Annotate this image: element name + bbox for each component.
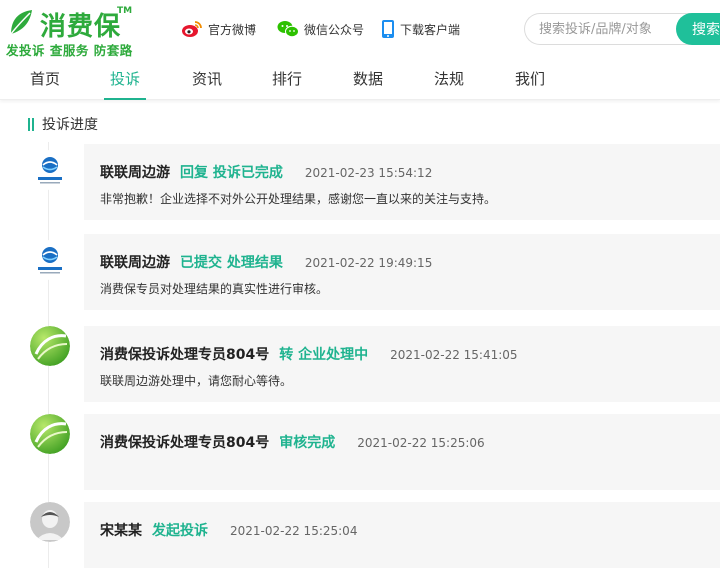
timeline-card: 宋某某 发起投诉 2021-02-22 15:25:04 <box>84 502 720 568</box>
message-text: 非常抱歉！企业选择不对外公开处理结果，感谢您一直以来的关注与支持。 <box>100 192 497 206</box>
xfb-logo-avatar <box>30 326 70 366</box>
search-input[interactable] <box>524 13 694 45</box>
nav-laws[interactable]: 法规 <box>432 60 466 100</box>
user-avatar-icon <box>30 502 70 542</box>
company-logo-avatar <box>30 240 70 280</box>
wechat-link-label: 微信公众号 <box>304 22 365 37</box>
timestamp: 2021-02-22 15:25:04 <box>230 524 358 538</box>
section-title-text: 投诉进度 <box>42 117 98 133</box>
section-bars-icon <box>28 117 36 131</box>
company-logo-avatar <box>30 150 70 190</box>
company-logo-icon <box>30 150 70 190</box>
actor-name: 联联周边游 <box>100 255 170 271</box>
site-logo[interactable]: 消费保 TM 发投诉 查服务 防套路 <box>4 4 134 58</box>
actor-name: 消费保投诉处理专员804号 <box>100 435 270 451</box>
green-leaf-icon <box>30 414 70 454</box>
main-nav: 首页 投诉 资讯 排行 数据 法规 我们 <box>0 60 720 100</box>
xfb-logo-avatar <box>30 414 70 454</box>
message-text: 消费保专员对处理结果的真实性进行审核。 <box>100 282 329 296</box>
green-leaf-icon <box>30 326 70 366</box>
actor-name: 宋某某 <box>100 523 142 539</box>
action-label: 已提交 处理结果 <box>180 255 283 271</box>
timeline-card: 消费保投诉处理专员804号 转 企业处理中 2021-02-22 15:41:0… <box>84 326 720 402</box>
actor-name: 联联周边游 <box>100 165 170 181</box>
nav-home[interactable]: 首页 <box>28 60 62 100</box>
timeline-card: 联联周边游 已提交 处理结果 2021-02-22 19:49:15 消费保专员… <box>84 234 720 310</box>
download-app-label: 下载客户端 <box>400 22 461 37</box>
wechat-icon <box>277 21 299 38</box>
nav-news[interactable]: 资讯 <box>190 60 224 100</box>
phone-icon <box>382 20 394 38</box>
timestamp: 2021-02-22 19:49:15 <box>304 256 433 270</box>
action-label: 审核完成 <box>279 435 336 451</box>
nav-complaints[interactable]: 投诉 <box>104 60 146 100</box>
wechat-link[interactable]: 微信公众号 <box>277 18 364 40</box>
logo-text: 消费保 <box>40 12 122 42</box>
leaf-logo-icon <box>10 10 32 35</box>
section-title: 投诉进度 <box>28 114 98 134</box>
message-text: 联联周边游处理中，请您耐心等待。 <box>100 374 293 388</box>
nav-data[interactable]: 数据 <box>351 60 385 100</box>
nav-about[interactable]: 我们 <box>513 60 547 100</box>
site-header: 消费保 TM 发投诉 查服务 防套路 官方微博 微信公众号 下载客户端 搜索投诉… <box>0 0 720 58</box>
download-app-link[interactable]: 下载客户端 <box>381 18 460 40</box>
action-label: 发起投诉 <box>152 523 208 539</box>
search-box: 搜索 <box>524 13 720 45</box>
weibo-link-label: 官方微博 <box>208 22 257 37</box>
action-label: 回复 投诉已完成 <box>180 165 283 181</box>
search-button[interactable]: 搜索 <box>676 13 720 45</box>
weibo-link[interactable]: 官方微博 <box>181 18 256 40</box>
timestamp: 2021-02-22 15:41:05 <box>390 348 518 362</box>
logo-slogan: 发投诉 查服务 防套路 <box>6 43 133 58</box>
actor-name: 消费保投诉处理专员804号 <box>100 347 270 363</box>
weibo-icon <box>182 21 202 37</box>
logo-trademark: TM <box>117 6 133 16</box>
nav-ranking[interactable]: 排行 <box>270 60 304 100</box>
timestamp: 2021-02-23 15:54:12 <box>304 166 433 180</box>
action-label: 转 企业处理中 <box>279 347 369 363</box>
timeline-card: 联联周边游 回复 投诉已完成 2021-02-23 15:54:12 非常抱歉！… <box>84 144 720 220</box>
user-avatar <box>30 502 70 542</box>
timestamp: 2021-02-22 15:25:06 <box>357 436 485 450</box>
company-logo-icon <box>30 240 70 280</box>
timeline-card: 消费保投诉处理专员804号 审核完成 2021-02-22 15:25:06 <box>84 414 720 490</box>
